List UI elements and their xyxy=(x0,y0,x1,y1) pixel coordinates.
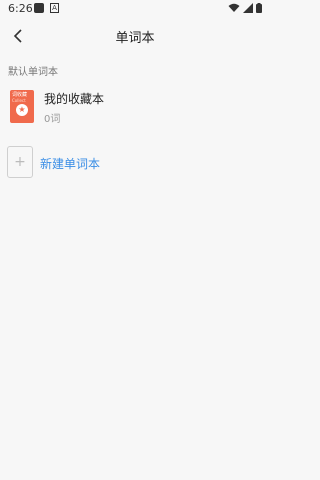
book-name: 我的收藏本 xyxy=(44,92,105,106)
cover-subtitle: Collect xyxy=(12,98,26,103)
notification-icon xyxy=(34,3,44,13)
plus-icon: + xyxy=(7,146,33,178)
new-wordbook-label: 新建单词本 xyxy=(40,157,101,171)
app-bar: 单词本 xyxy=(0,18,270,54)
book-word-count: 0词 xyxy=(44,114,61,125)
section-label: 默认单词本 xyxy=(8,67,58,78)
wifi-icon xyxy=(228,3,240,12)
star-icon: ★ xyxy=(16,104,28,116)
status-time: 6:26 xyxy=(8,2,33,15)
status-right-icons xyxy=(228,3,262,13)
book-item[interactable]: 词收藏 Collect ★ 我的收藏本 0词 xyxy=(0,84,270,130)
new-wordbook-button[interactable]: + 新建单词本 xyxy=(0,144,270,180)
page-title: 单词本 xyxy=(115,30,155,46)
signal-icon xyxy=(243,3,253,13)
keyboard-icon: A xyxy=(50,3,59,13)
book-cover: 词收藏 Collect ★ xyxy=(10,90,34,123)
back-button[interactable] xyxy=(8,24,28,48)
battery-icon xyxy=(256,3,262,13)
chevron-left-icon xyxy=(13,29,22,43)
status-bar: 6:26 A xyxy=(0,0,270,18)
